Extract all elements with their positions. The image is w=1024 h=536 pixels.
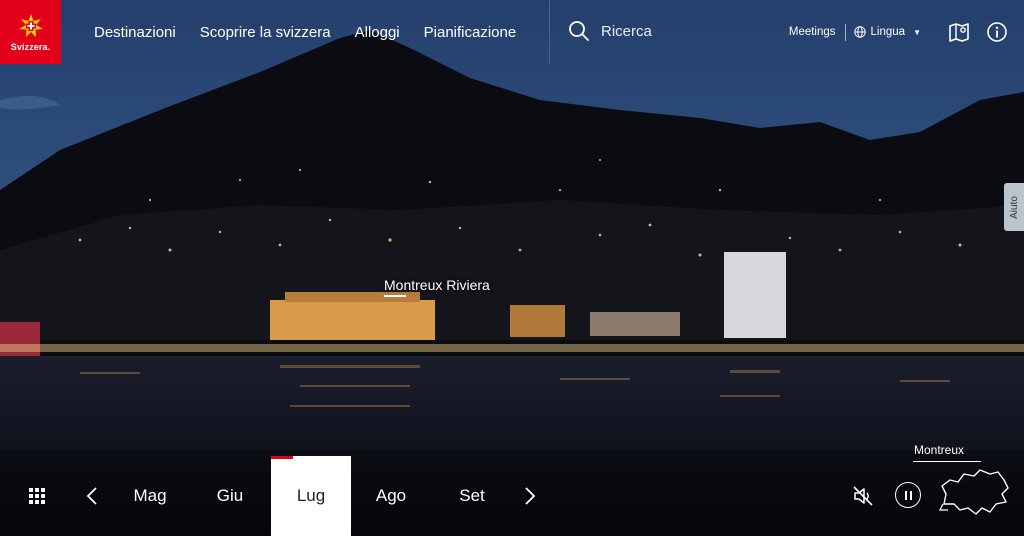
info-icon[interactable] [986,21,1008,43]
utility-divider [844,23,846,41]
help-tab[interactable]: Aiuto [1004,183,1024,231]
search-icon [569,21,589,41]
grid-menu-icon[interactable] [29,488,45,504]
search-button[interactable]: Ricerca [568,20,652,42]
logo[interactable]: Svizzera. [0,0,61,64]
flower-logo-icon [18,13,43,37]
location-pointer-line [913,461,981,462]
chevron-right-icon[interactable] [523,485,537,507]
globe-icon [853,26,866,38]
place-label[interactable]: Montreux Riviera [384,277,490,297]
search-label: Ricerca [601,22,652,40]
month-september[interactable]: Set [432,456,512,536]
nav-item-scoprire[interactable]: Scoprire la svizzera [200,24,331,41]
page: Svizzera. Destinazioni Scoprire la svizz… [0,0,1024,536]
pause-icon-bar [909,490,912,500]
month-june[interactable]: Giu [190,456,270,536]
language-selector[interactable]: Lingua ▼ [853,26,921,38]
pause-button[interactable] [895,482,921,508]
nav-item-destinazioni[interactable]: Destinazioni [94,24,176,41]
help-tab-label: Aiuto [1008,195,1020,219]
month-july-selected[interactable]: Lug [271,456,351,536]
mute-icon[interactable] [852,485,874,507]
language-label: Lingua [870,26,906,38]
utility-bar: Meetings Lingua ▼ [789,0,1024,64]
map-icon[interactable] [948,21,970,43]
meetings-link[interactable]: Meetings [789,26,836,38]
nav-item-alloggi[interactable]: Alloggi [355,24,400,41]
month-august[interactable]: Ago [351,456,431,536]
chevron-left-icon[interactable] [85,485,99,507]
pause-icon [904,490,907,500]
nav-item-pianificazione[interactable]: Pianificazione [424,24,517,41]
logo-text: Svizzera. [10,41,51,52]
current-location-label: Montreux [914,443,965,457]
main-nav: Destinazioni Scoprire la svizzera Allogg… [82,0,528,64]
header-divider [549,0,550,64]
switzerland-map-icon[interactable] [938,464,1012,520]
month-may[interactable]: Mag [110,456,190,536]
chevron-down-icon: ▼ [913,27,921,37]
